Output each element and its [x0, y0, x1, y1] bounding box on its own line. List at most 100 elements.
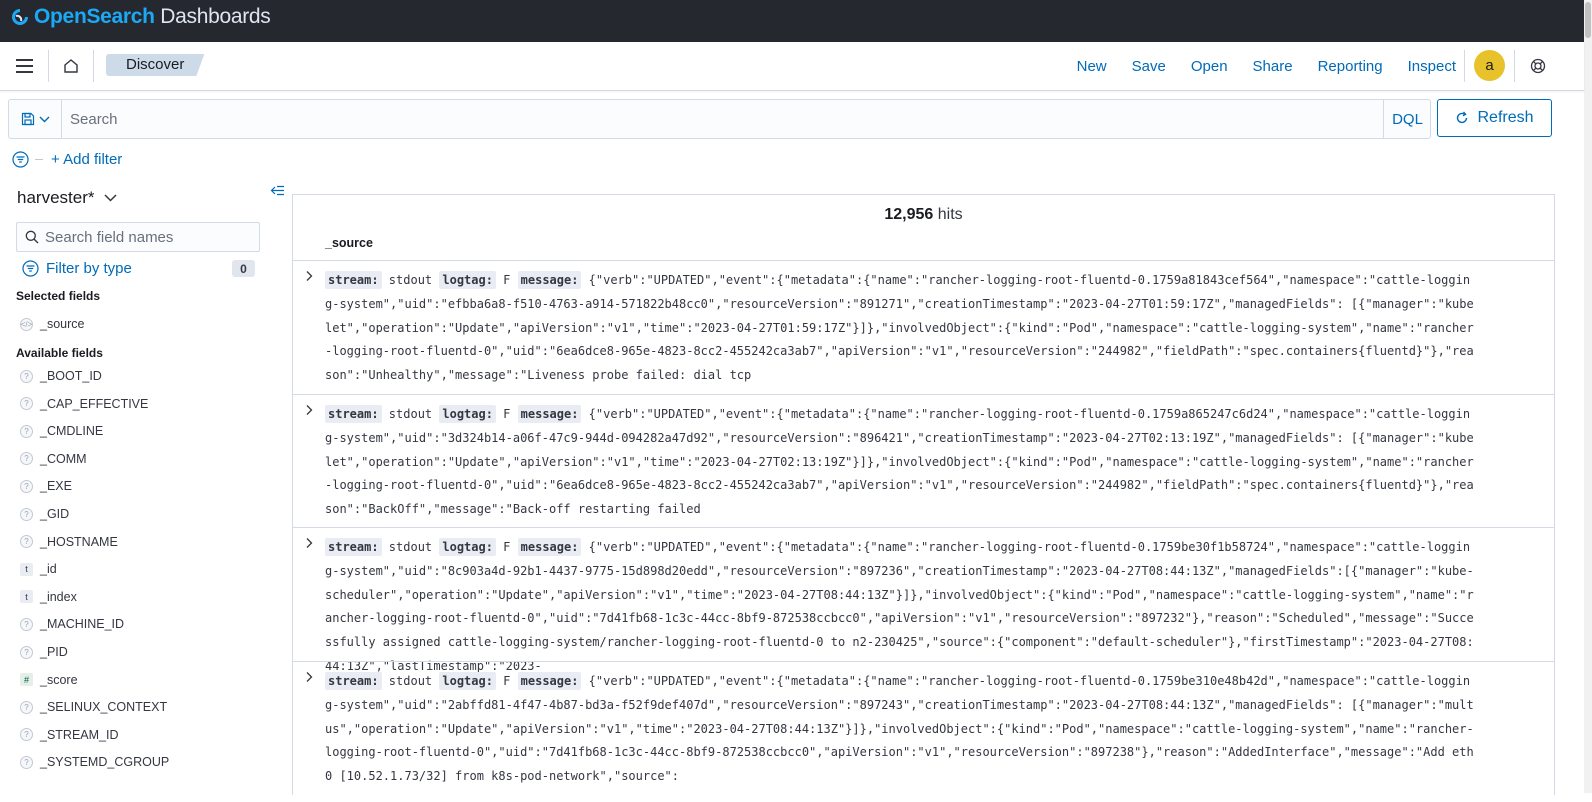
- available-field[interactable]: ? _MACHINE_ID: [20, 614, 124, 634]
- string-type-icon: t: [20, 590, 33, 604]
- field-key-message: message:: [517, 538, 582, 556]
- refresh-label: Refresh: [1477, 109, 1534, 126]
- available-fields-title: Available fields: [16, 346, 103, 360]
- field-value-stream: stdout: [381, 273, 440, 287]
- refresh-icon: [1457, 111, 1468, 124]
- selected-field-source[interactable]: </> _source: [20, 314, 84, 334]
- reporting-link[interactable]: Reporting: [1318, 58, 1383, 75]
- filter-divider: [35, 158, 43, 160]
- source-document: stream: stdout logtag: F message: {"verb…: [325, 536, 1475, 679]
- field-key-stream: stream:: [325, 271, 382, 289]
- result-row: stream: stdout logtag: F message: {"verb…: [293, 527, 1554, 673]
- available-field[interactable]: ? _STREAM_ID: [20, 725, 119, 745]
- field-value-stream: stdout: [381, 540, 440, 554]
- breadcrumb-discover[interactable]: Discover: [106, 54, 204, 76]
- available-field[interactable]: ? _COMM: [20, 449, 87, 469]
- unknown-type-icon: ?: [20, 397, 33, 411]
- field-key-logtag: logtag:: [439, 405, 496, 423]
- chevron-down-icon: [104, 194, 118, 202]
- search-icon: [25, 230, 39, 244]
- help-button[interactable]: [1521, 42, 1555, 90]
- field-name: _GID: [40, 507, 70, 521]
- available-field[interactable]: ? _PID: [20, 642, 68, 662]
- field-name: _source: [40, 317, 85, 331]
- field-value-logtag: F: [495, 273, 518, 287]
- field-name: _score: [40, 672, 78, 687]
- field-name: _COMM: [40, 451, 87, 466]
- new-link[interactable]: New: [1077, 58, 1107, 75]
- available-field[interactable]: ? _SYSTEMD_CGROUP: [20, 752, 169, 772]
- query-language-button[interactable]: DQL: [1383, 100, 1431, 138]
- field-name: _HOSTNAME: [40, 534, 118, 549]
- source-type-icon: </>: [20, 317, 33, 331]
- available-field[interactable]: ? _HOSTNAME: [20, 532, 118, 552]
- available-field[interactable]: t _index: [20, 587, 77, 607]
- share-link[interactable]: Share: [1253, 58, 1293, 75]
- field-name: _PID: [40, 645, 68, 659]
- refresh-button[interactable]: Refresh: [1437, 99, 1552, 137]
- source-document: stream: stdout logtag: F message: {"verb…: [325, 403, 1475, 522]
- unknown-type-icon: ?: [20, 645, 33, 659]
- available-field[interactable]: ? _CAP_EFFECTIVE: [20, 394, 148, 414]
- index-pattern-selector[interactable]: harvester*: [17, 188, 118, 208]
- available-field[interactable]: # _score: [20, 670, 78, 690]
- chevron-down-icon: [39, 116, 49, 122]
- unknown-type-icon: ?: [20, 728, 33, 742]
- page-scrollbar[interactable]: [1584, 0, 1592, 793]
- user-avatar[interactable]: a: [1474, 50, 1505, 81]
- unknown-type-icon: ?: [20, 424, 33, 438]
- save-disk-icon: [21, 112, 34, 126]
- save-link[interactable]: Save: [1132, 58, 1166, 75]
- saved-queries-button[interactable]: [9, 100, 62, 138]
- filter-bar: + Add filter: [12, 150, 122, 168]
- available-field[interactable]: ? _CMDLINE: [20, 421, 103, 441]
- field-search-input[interactable]: [45, 223, 253, 251]
- expand-row-icon[interactable]: [303, 537, 315, 549]
- logo-text: OpenSearch Dashboards: [34, 5, 271, 28]
- unknown-type-icon: ?: [20, 700, 33, 714]
- search-input[interactable]: [62, 100, 1382, 138]
- source-document: stream: stdout logtag: F message: {"verb…: [325, 670, 1475, 789]
- available-field[interactable]: ? _BOOT_ID: [20, 366, 102, 386]
- unknown-type-icon: ?: [20, 535, 33, 549]
- field-value-logtag: F: [495, 540, 518, 554]
- opensearch-logo[interactable]: OpenSearch Dashboards: [10, 6, 271, 28]
- expand-row-icon[interactable]: [303, 270, 315, 282]
- collapse-sidebar-icon[interactable]: [270, 184, 285, 198]
- nav-bar: Discover New Save Open Share Reporting I…: [0, 42, 1584, 91]
- home-button[interactable]: [49, 42, 93, 90]
- unknown-type-icon: ?: [20, 507, 33, 521]
- field-name: _index: [40, 589, 77, 604]
- nav-divider: [1464, 50, 1465, 82]
- field-key-message: message:: [517, 405, 582, 423]
- inspect-link[interactable]: Inspect: [1408, 58, 1456, 75]
- available-field[interactable]: ? _EXE: [20, 476, 72, 496]
- scrollbar-thumb[interactable]: [1585, 2, 1591, 38]
- open-link[interactable]: Open: [1191, 58, 1228, 75]
- filter-options-icon[interactable]: [12, 150, 29, 168]
- field-name: _id: [40, 562, 57, 577]
- field-key-message: message:: [517, 672, 582, 690]
- available-field[interactable]: ? _SELINUX_CONTEXT: [20, 697, 167, 717]
- expand-row-icon[interactable]: [303, 404, 315, 416]
- field-key-stream: stream:: [325, 538, 382, 556]
- column-header-source[interactable]: _source: [325, 236, 373, 250]
- field-value-logtag: F: [495, 407, 518, 421]
- filter-count-badge: 0: [232, 260, 255, 277]
- menu-button[interactable]: [0, 42, 48, 90]
- filter-by-type-button[interactable]: Filter by type: [22, 260, 132, 277]
- index-pattern-label: harvester*: [17, 188, 95, 207]
- field-value-message: {"verb":"UPDATED","event":{"metadata":{"…: [325, 407, 1474, 517]
- add-filter-button[interactable]: + Add filter: [51, 151, 122, 168]
- unknown-type-icon: ?: [20, 617, 33, 631]
- available-field[interactable]: ? _GID: [20, 504, 69, 524]
- filter-icon: [22, 260, 39, 277]
- field-search-box: [16, 222, 260, 252]
- field-key-logtag: logtag:: [439, 271, 496, 289]
- available-field[interactable]: t _id: [20, 559, 57, 579]
- unknown-type-icon: ?: [20, 369, 33, 383]
- filter-by-type-label: Filter by type: [46, 260, 132, 277]
- field-name: _MACHINE_ID: [40, 617, 125, 632]
- expand-row-icon[interactable]: [303, 671, 315, 683]
- unknown-type-icon: ?: [20, 755, 33, 769]
